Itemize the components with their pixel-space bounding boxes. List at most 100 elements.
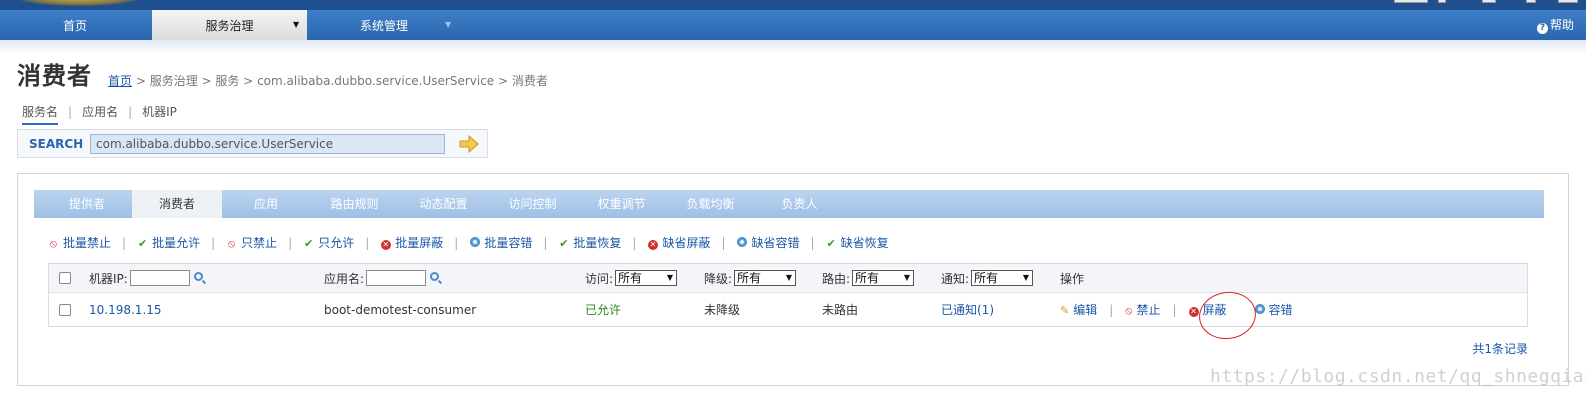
search-icon[interactable] xyxy=(430,271,440,281)
edit-button[interactable]: ✎ 编辑 xyxy=(1060,301,1097,318)
default-mask-label: 缺省屏蔽 xyxy=(662,236,711,250)
action-divider: | xyxy=(122,236,127,250)
top-right-controls xyxy=(1386,0,1586,4)
app-filter-input[interactable] xyxy=(366,270,427,286)
forbid-icon: ⦸ xyxy=(1125,304,1133,317)
ip-filter-label: 机器IP: xyxy=(89,271,128,286)
batch-forbid-button[interactable]: ⦸ 批量禁止 xyxy=(48,234,111,251)
logo xyxy=(14,0,144,6)
batch-recover-button[interactable]: ✔ 批量恢复 xyxy=(558,234,621,251)
tab-access-control[interactable]: 访问控制 xyxy=(488,190,577,218)
ip-filter: 机器IP: xyxy=(89,264,203,292)
tolerance-icon xyxy=(737,237,748,250)
select-all-checkbox[interactable] xyxy=(59,264,71,292)
op-divider: | xyxy=(1172,302,1177,317)
nav-home[interactable]: 首页 xyxy=(0,10,150,40)
only-forbid-button[interactable]: ⦸ 只禁止 xyxy=(226,234,277,251)
page-title: 消费者 xyxy=(17,62,92,90)
ops-header: 操作 xyxy=(1060,271,1085,286)
degrade-select[interactable]: 所有 ▼ xyxy=(734,270,797,286)
only-allow-button[interactable]: ✔ 只允许 xyxy=(303,234,354,251)
route-select[interactable]: 所有 ▼ xyxy=(852,270,915,286)
batch-allow-label: 批量允许 xyxy=(152,236,201,250)
search-tab-application[interactable]: 应用名 xyxy=(82,103,118,120)
tab-routing-rules[interactable]: 路由规则 xyxy=(310,190,399,218)
batch-mask-button[interactable]: ✕ 批量屏蔽 xyxy=(380,234,443,251)
degrade-filter-label: 降级: xyxy=(704,271,733,286)
main-nav: 首页 服务治理 ▼ 系统管理 ▼ ? 帮助 xyxy=(0,10,1586,40)
tab-owner[interactable]: 负责人 xyxy=(755,190,844,218)
tab-dynamic-config[interactable]: 动态配置 xyxy=(399,190,488,218)
ip-filter-input[interactable] xyxy=(129,270,190,286)
access-filter: 访问: 所有 ▼ xyxy=(585,264,678,292)
default-mask-button[interactable]: ✕ 缺省屏蔽 xyxy=(647,234,710,251)
search-type-tabs: 服务名 | 应用名 | 机器IP xyxy=(22,103,177,125)
default-recover-button[interactable]: ✔ 缺省恢复 xyxy=(826,234,889,251)
access-filter-label: 访问: xyxy=(585,271,614,286)
only-forbid-label: 只禁止 xyxy=(241,236,278,250)
batch-tolerance-button[interactable]: 批量容错 xyxy=(469,234,532,251)
row-ip-link[interactable]: 10.198.1.15 xyxy=(89,293,162,326)
breadcrumb-home-link[interactable]: 首页 xyxy=(108,74,132,88)
tolerance-button[interactable]: 容错 xyxy=(1254,301,1293,318)
top-strip xyxy=(0,0,1586,10)
check-icon: ✔ xyxy=(559,237,569,250)
default-tolerance-button[interactable]: 缺省容错 xyxy=(737,234,800,251)
dropdown-caret-icon: ▼ xyxy=(445,20,452,29)
action-divider: | xyxy=(543,236,548,250)
tab-divider: | xyxy=(128,105,133,119)
nav-system-management-label: 系统管理 xyxy=(359,19,408,33)
breadcrumb: 首页 > 服务治理 > 服务 > com.alibaba.dubbo.servi… xyxy=(108,72,548,89)
table-header: 机器IP: 应用名: 访问: 所有 ▼ 降级: 所有 ▼ 路由: 所有 ▼ 通知: 所有 ▼ 操… xyxy=(49,264,1527,293)
notify-select[interactable]: 所有 ▼ xyxy=(971,270,1034,286)
access-select[interactable]: 所有 ▼ xyxy=(615,270,678,286)
action-divider: | xyxy=(211,236,216,250)
nav-service-governance[interactable]: 服务治理 ▼ xyxy=(152,10,307,40)
nav-help[interactable]: ? 帮助 xyxy=(1536,10,1574,40)
tab-consumers[interactable]: 消费者 xyxy=(132,190,222,218)
search-bar: SEARCH com.alibaba.dubbo.service.UserSer… xyxy=(17,129,488,158)
action-divider: | xyxy=(454,236,459,250)
breadcrumb-path: > 服务治理 > 服务 > com.alibaba.dubbo.service.… xyxy=(132,74,548,88)
mask-icon: ✕ xyxy=(380,240,391,250)
search-go-arrow-icon[interactable] xyxy=(459,135,479,153)
edit-label: 编辑 xyxy=(1073,303,1098,317)
tab-load-balance[interactable]: 负载均衡 xyxy=(666,190,755,218)
app-filter-label: 应用名: xyxy=(324,271,365,286)
batch-recover-label: 批量恢复 xyxy=(573,236,622,250)
table-row: 10.198.1.15 boot-demotest-consumer 已允许 未… xyxy=(49,293,1527,326)
search-label: SEARCH xyxy=(29,137,84,151)
consumer-table: 机器IP: 应用名: 访问: 所有 ▼ 降级: 所有 ▼ 路由: 所有 ▼ 通知: 所有 ▼ 操… xyxy=(48,263,1528,327)
forbid-button[interactable]: ⦸ 禁止 xyxy=(1125,301,1160,318)
nav-help-label: 帮助 xyxy=(1549,18,1574,32)
notify-filter: 通知: 所有 ▼ xyxy=(941,264,1034,292)
search-input[interactable]: com.alibaba.dubbo.service.UserService xyxy=(90,134,445,154)
action-divider: | xyxy=(810,236,815,250)
tab-weight-adjust[interactable]: 权重调节 xyxy=(577,190,666,218)
row-degrade-status: 未降级 xyxy=(704,303,741,317)
row-checkbox[interactable] xyxy=(59,293,71,326)
mask-icon: ✕ xyxy=(1188,307,1199,317)
forbid-icon: ⦸ xyxy=(228,237,236,250)
search-icon[interactable] xyxy=(193,271,203,281)
tab-applications[interactable]: 应用 xyxy=(222,190,310,218)
tab-providers[interactable]: 提供者 xyxy=(42,190,132,218)
action-divider: | xyxy=(632,236,637,250)
dropdown-caret-icon: ▼ xyxy=(293,20,300,29)
forbid-icon: ⦸ xyxy=(49,237,58,250)
row-operations: ✎ 编辑 | ⦸ 禁止 | ✕ 屏蔽 容错 xyxy=(1060,293,1293,326)
default-recover-label: 缺省恢复 xyxy=(840,236,889,250)
search-tab-service[interactable]: 服务名 xyxy=(22,103,59,125)
row-access-status: 已允许 xyxy=(585,303,622,317)
forbid-label: 禁止 xyxy=(1136,303,1161,317)
search-tab-machine-ip[interactable]: 机器IP xyxy=(142,103,177,120)
nav-system-management[interactable]: 系统管理 ▼ xyxy=(309,10,459,40)
app-filter: 应用名: xyxy=(324,264,440,292)
check-icon: ✔ xyxy=(304,237,314,250)
batch-allow-button[interactable]: ✔ 批量允许 xyxy=(137,234,200,251)
row-notify-link[interactable]: 已通知(1) xyxy=(941,293,994,326)
service-subtabs: 提供者 消费者 应用 路由规则 动态配置 访问控制 权重调节 负载均衡 负责人 xyxy=(34,190,1544,218)
route-filter: 路由: 所有 ▼ xyxy=(822,264,915,292)
row-route-status: 未路由 xyxy=(822,303,859,317)
nav-home-label: 首页 xyxy=(62,19,87,33)
